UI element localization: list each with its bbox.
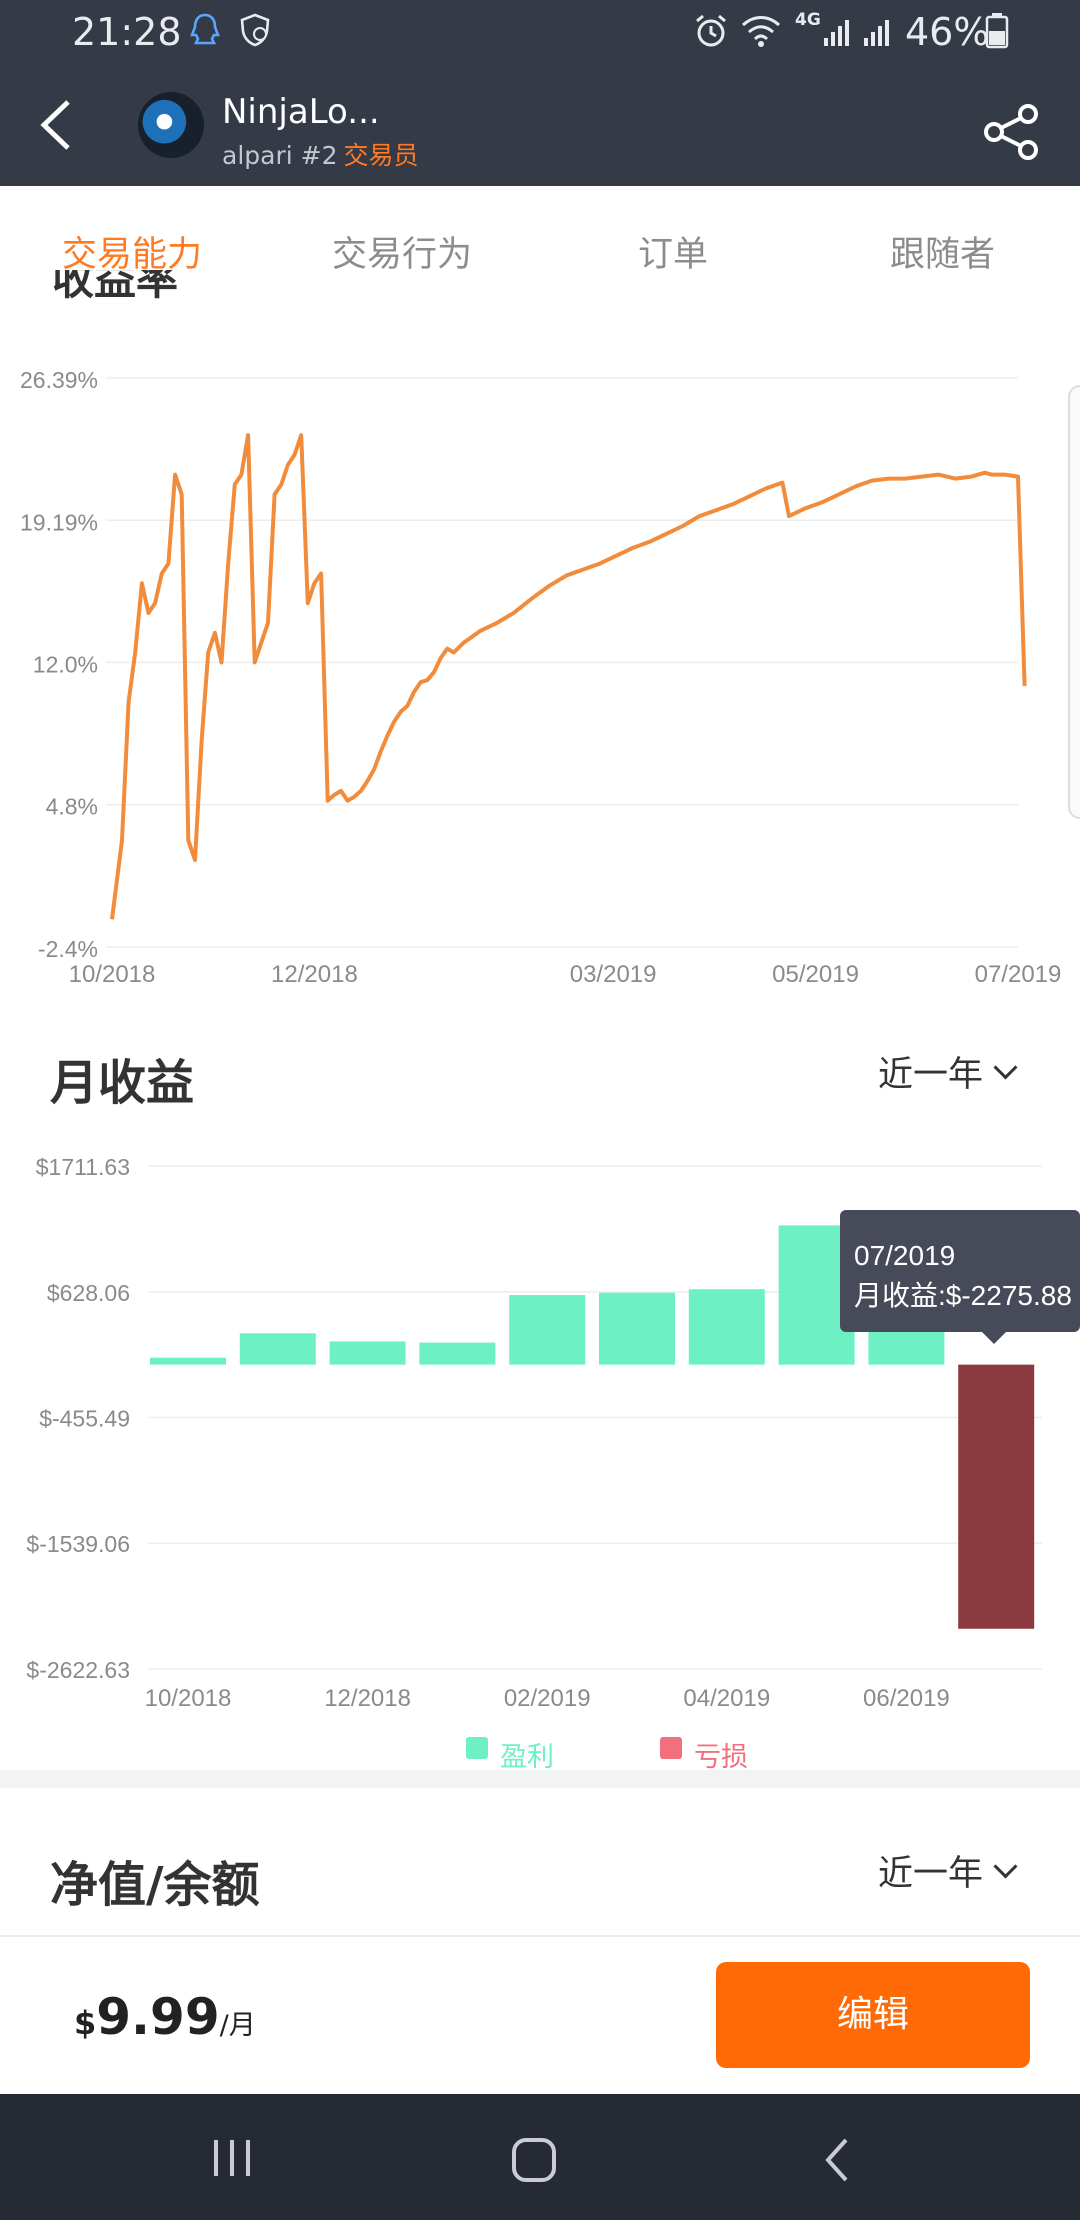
tooltip-arrow xyxy=(980,1330,1008,1344)
y-tick-label: $1711.63 xyxy=(36,1154,130,1180)
equity-balance-title: 净值/余额 xyxy=(50,1857,260,1913)
avatar[interactable] xyxy=(138,92,204,158)
edit-button[interactable]: 编辑 xyxy=(716,1962,1030,2068)
network-type: 4G xyxy=(795,10,821,30)
price-currency: $ xyxy=(74,2004,97,2042)
price-amount: 9.99 xyxy=(96,1988,220,2046)
home-icon[interactable] xyxy=(510,2136,558,2184)
yield-line-chart[interactable]: 26.39% 19.19% 12.0% 4.8% -2.4%10/2018 12/2018… xyxy=(0,300,1080,1000)
x-tick-label: 12/2018 xyxy=(324,1685,411,1712)
x-tick-label: 04/2019 xyxy=(683,1685,770,1712)
x-tick-label: 02/2019 xyxy=(504,1685,591,1712)
monthly-bar-04/2019[interactable] xyxy=(688,1289,765,1365)
recent-apps-icon[interactable] xyxy=(210,2136,256,2180)
share-icon[interactable] xyxy=(982,102,1042,162)
chart-tooltip: 07/2019 月收益:$-2275.88 xyxy=(840,1210,1080,1344)
trader-server: alpari #2 xyxy=(222,141,338,170)
monthly-bar-07/2019[interactable] xyxy=(958,1364,1035,1629)
monthly-bar-11/2018[interactable] xyxy=(239,1333,316,1365)
app-bar: NinjaLo... alpari #2 交易员 xyxy=(0,64,1080,186)
chevron-down-icon xyxy=(993,1055,1018,1080)
monthly-range-label: 近一年 xyxy=(878,1055,984,1095)
wifi-icon xyxy=(741,16,781,47)
legend-profit-swatch xyxy=(466,1737,488,1759)
section-divider xyxy=(0,1770,1080,1788)
signal-icon-2 xyxy=(864,20,889,46)
tooltip-value: 月收益:$-2275.88 xyxy=(854,1280,1072,1311)
legend-loss[interactable]: 亏损 xyxy=(694,1735,748,1774)
tab-followers[interactable]: 跟随者 xyxy=(890,226,995,277)
alarm-icon xyxy=(696,14,726,47)
yield-series-line xyxy=(110,433,1027,920)
monthly-bar-12/2018[interactable] xyxy=(329,1341,406,1365)
shield-icon xyxy=(240,13,270,47)
nav-back-icon[interactable] xyxy=(818,2136,858,2184)
y-tick-label: 4.8% xyxy=(46,794,98,820)
y-tick-label: 26.39% xyxy=(20,367,98,393)
x-tick-label: 05/2019 xyxy=(772,961,859,988)
x-tick-label: 07/2019 xyxy=(975,961,1062,988)
y-tick-label: -2.4% xyxy=(38,936,98,962)
chevron-down-icon xyxy=(993,1854,1018,1879)
back-icon[interactable] xyxy=(28,94,90,156)
subscription-price: $9.99/月 xyxy=(74,1988,256,2046)
trader-role: 交易员 xyxy=(343,141,419,170)
scroll-indicator[interactable] xyxy=(1068,385,1080,819)
monthly-bar-01/2019[interactable] xyxy=(419,1342,496,1365)
trader-name: NinjaLo... xyxy=(222,92,380,132)
battery-percent: 46% xyxy=(905,10,990,54)
x-tick-label: 03/2019 xyxy=(570,961,657,988)
equity-range-label: 近一年 xyxy=(878,1854,984,1894)
x-tick-label: 10/2018 xyxy=(69,961,156,988)
price-unit: /月 xyxy=(219,2010,256,2041)
monthly-bar-02/2019[interactable] xyxy=(509,1295,586,1365)
monthly-earnings-title: 月收益 xyxy=(50,1055,195,1111)
legend-loss-swatch xyxy=(660,1737,682,1759)
monthly-range-dropdown[interactable]: 近一年 xyxy=(878,1046,1018,1097)
y-tick-label: $-1539.06 xyxy=(26,1531,130,1557)
monthly-bar-10/2018[interactable] xyxy=(150,1357,226,1365)
status-time: 21:28 xyxy=(72,10,182,54)
y-tick-label: $-455.49 xyxy=(39,1405,130,1431)
signal-icon xyxy=(824,20,849,46)
tab-orders[interactable]: 订单 xyxy=(638,226,708,277)
y-tick-label: 19.19% xyxy=(20,509,98,535)
x-tick-label: 10/2018 xyxy=(145,1685,232,1712)
footer-divider xyxy=(0,1935,1080,1937)
monthly-bar-03/2019[interactable] xyxy=(599,1292,675,1365)
tooltip-date: 07/2019 xyxy=(854,1240,956,1271)
equity-range-dropdown[interactable]: 近一年 xyxy=(878,1845,1018,1896)
x-tick-label: 06/2019 xyxy=(863,1685,950,1712)
x-tick-label: 12/2018 xyxy=(271,961,358,988)
battery-icon xyxy=(985,13,1009,49)
status-bar: 21:28 4G 46% xyxy=(0,0,1080,64)
y-tick-label: $628.06 xyxy=(47,1280,130,1306)
y-tick-label: $-2622.63 xyxy=(26,1657,130,1683)
tab-trading-behavior[interactable]: 交易行为 xyxy=(332,226,472,277)
trader-info: alpari #2 交易员 xyxy=(222,136,419,172)
y-tick-label: 12.0% xyxy=(33,651,98,677)
legend-profit[interactable]: 盈利 xyxy=(500,1735,554,1774)
qq-icon xyxy=(190,13,220,45)
system-nav-bar xyxy=(0,2094,1080,2220)
